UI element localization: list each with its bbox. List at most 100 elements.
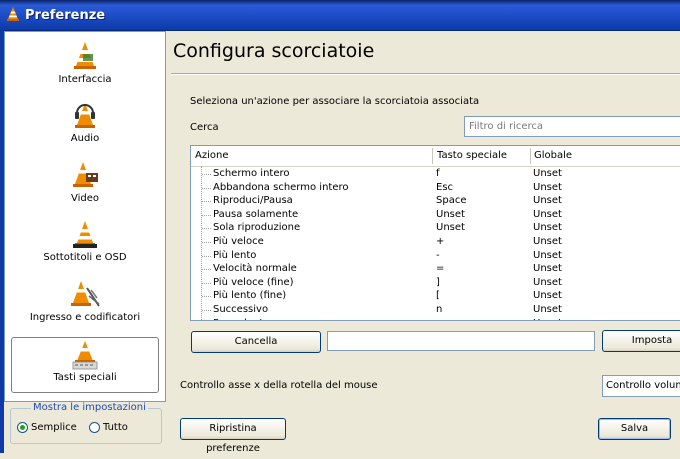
reset-preferences-button[interactable]: Ripristina preferenze	[180, 418, 286, 454]
action-cell: Più veloce (fine)	[213, 276, 294, 288]
sidebar-item-tasti-speciali[interactable]: Tasti speciali	[11, 337, 159, 393]
sidebar-item-label: Sottotitoli e OSD	[43, 252, 127, 263]
action-cell: Precedente	[213, 317, 269, 320]
search-label: Cerca	[190, 122, 219, 133]
tree-branch	[202, 242, 211, 243]
action-cell: Sola riproduzione	[213, 222, 301, 234]
hotkey-cell: Unset	[436, 222, 465, 234]
action-cell: Velocità normale	[213, 263, 297, 275]
global-hotkey-cell: Unset	[533, 236, 562, 247]
cone-subtitles-icon	[11, 218, 159, 250]
cone-keyboard-icon	[12, 338, 158, 370]
table-row[interactable]: Schermo intero f Unset	[191, 167, 680, 181]
hotkey-cell: +	[436, 236, 445, 247]
hotkey-cell: f	[436, 168, 440, 179]
tree-branch	[202, 269, 211, 271]
column-header-azione[interactable]: Azione	[195, 150, 228, 161]
global-hotkey-cell: Unset	[533, 276, 562, 288]
tree-branch	[202, 255, 211, 257]
tree-branch	[202, 201, 211, 203]
cone-headphones-icon	[11, 99, 159, 131]
shortcut-display-field[interactable]	[327, 331, 595, 351]
hotkey-cell: [	[436, 290, 440, 302]
table-row[interactable]: Più lento - Unset	[191, 249, 680, 263]
sidebar-item-video[interactable]: Video	[11, 159, 159, 215]
global-hotkey-cell: Unset	[533, 249, 562, 261]
sidebar-item-audio[interactable]: Audio	[11, 99, 159, 155]
action-cell: Abbandona schermo intero	[213, 181, 349, 193]
window-title: Preferenze	[25, 8, 106, 23]
cone-input-icon	[11, 278, 159, 310]
table-row[interactable]: Riproduci/Pausa Space Unset	[191, 194, 680, 208]
radio-checked-icon	[17, 422, 28, 433]
save-button[interactable]: Salva	[598, 418, 671, 440]
cone-film-icon	[11, 159, 159, 191]
radio-semplice[interactable]: Semplice	[17, 422, 77, 433]
column-header-tasto[interactable]: Tasto speciale	[437, 150, 507, 161]
global-hotkey-cell: Unset	[533, 222, 562, 234]
table-row[interactable]: Successivo n Unset	[191, 303, 680, 317]
sidebar-item-label: Video	[70, 193, 100, 204]
global-hotkey-cell: Unset	[533, 168, 562, 179]
clear-button[interactable]: Cancella	[191, 331, 321, 353]
table-row[interactable]: Sola riproduzione Unset Unset	[191, 221, 680, 235]
radio-label: Tutto	[103, 422, 128, 433]
table-row[interactable]: Più veloce (fine)] Unset	[191, 276, 680, 290]
set-button[interactable]: Imposta	[602, 330, 680, 352]
table-row[interactable]: Velocità normale = Unset	[191, 262, 680, 276]
title-bar: Preferenze	[0, 0, 680, 31]
tree-branch	[202, 228, 211, 230]
shortcuts-table: Azione Tasto speciale Globale Schermo in…	[190, 145, 680, 321]
radio-unchecked-icon	[89, 422, 100, 433]
hotkey-cell: Esc	[436, 181, 454, 193]
sidebar-item-label: Tasti speciali	[53, 372, 117, 383]
sidebar-item-label: Ingresso e codificatori	[29, 312, 141, 323]
global-hotkey-cell: Unset	[533, 181, 562, 193]
global-hotkey-cell: Unset	[533, 195, 562, 207]
sidebar-item-label: Audio	[70, 133, 100, 144]
radio-tutto[interactable]: Tutto	[89, 422, 128, 433]
cone-icon	[11, 40, 159, 72]
hotkey-cell: ]	[436, 276, 440, 288]
sidebar-item-sottotitoli[interactable]: Sottotitoli e OSD	[11, 218, 159, 274]
global-hotkey-cell: Unset	[533, 208, 562, 220]
action-cell: Schermo intero	[213, 168, 290, 179]
sidebar-item-label: Interfaccia	[58, 74, 112, 85]
tree-branch	[202, 282, 211, 284]
global-hotkey-cell: Unset	[533, 263, 562, 275]
global-hotkey-cell: Unset	[533, 290, 562, 302]
category-sidebar: Interfaccia Audio Video Sottotitoli e OS…	[4, 31, 166, 402]
sidebar-item-ingresso[interactable]: Ingresso e codificatori	[11, 278, 159, 334]
sidebar-item-interfaccia[interactable]: Interfaccia	[11, 40, 159, 96]
divider-highlight	[171, 74, 680, 75]
hotkey-cell: Space	[436, 195, 467, 207]
page-title: Configura scorciatoie	[173, 40, 375, 62]
tree-branch	[202, 174, 211, 175]
vlc-cone-icon	[6, 6, 20, 25]
action-cell: Pausa solamente	[213, 208, 299, 220]
hotkey-cell: n	[436, 304, 443, 315]
table-row[interactable]: Pausa solamente Unset Unset	[191, 208, 680, 222]
show-settings-legend: Mostra le impostazioni	[31, 402, 148, 413]
mouse-wheel-label: Controllo asse x della rotella del mouse	[180, 380, 378, 391]
hotkey-cell: Unset	[436, 208, 465, 220]
radio-label: Semplice	[31, 422, 77, 433]
table-row[interactable]: Più lento (fine) [ Unset	[191, 289, 680, 303]
action-cell: Successivo	[213, 304, 269, 315]
column-separator[interactable]	[432, 148, 433, 164]
search-input[interactable]	[464, 116, 680, 137]
global-hotkey-cell: Unset	[533, 304, 562, 315]
column-separator[interactable]	[530, 148, 531, 164]
action-cell: Riproduci/Pausa	[213, 195, 293, 207]
hotkey-cell: -	[436, 249, 440, 261]
show-settings-group: Mostra le impostazioni Semplice Tutto	[10, 402, 162, 444]
hotkey-cell: =	[436, 263, 445, 275]
action-cell: Più veloce	[213, 236, 264, 247]
table-row[interactable]: Precedente p Unset	[191, 317, 680, 320]
action-cell: Più lento (fine)	[213, 290, 287, 302]
table-row[interactable]: Abbandona schermo intero Esc Unset	[191, 181, 680, 195]
column-header-globale[interactable]: Globale	[534, 150, 572, 161]
mouse-wheel-select[interactable]: Controllo volume	[602, 375, 680, 397]
table-row[interactable]: Più veloce + Unset	[191, 235, 680, 249]
tree-branch	[202, 187, 211, 189]
